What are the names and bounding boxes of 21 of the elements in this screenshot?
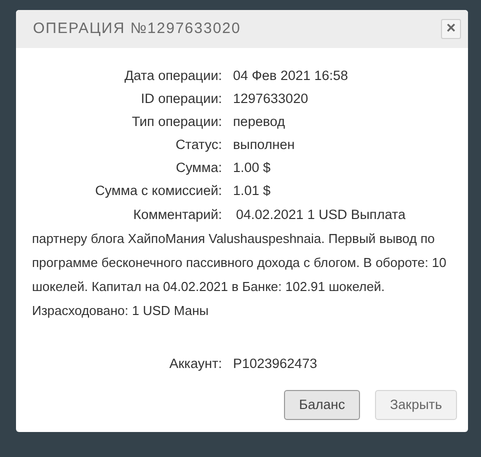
dialog-button[interactable]: Закрыть	[375, 390, 457, 420]
field-value: P1023962473	[233, 355, 318, 374]
field-value: 04 Фев 2021 16:58	[233, 67, 348, 86]
field-label: Комментарий:	[132, 206, 222, 224]
field-value: перевод	[233, 113, 285, 132]
field-label: Аккаунт:	[168, 355, 222, 374]
dialog-button[interactable]: Баланс	[284, 390, 360, 420]
field-label: ID операции:	[140, 90, 222, 108]
field-label: Сумма с комиссией:	[94, 182, 222, 200]
field-label: Дата операции:	[123, 67, 222, 86]
field-label: Статус:	[174, 136, 222, 154]
field-value: 1.00 $	[233, 159, 271, 178]
dialog-title: ОПЕРАЦИЯ №1297633020	[33, 18, 241, 39]
comment-text: партнеру блога ХайпоМания Valushauspeshnaia. Первый вывод по программе бесконечного пассивного дохода с блогом. В обороте: 10 шокелей. Капитал на 04.02.2021 в Банке: 102.91 шокелей. Израсходовано: 1 USD Маны	[32, 230, 448, 320]
field-value: 1297633020	[233, 90, 308, 108]
close-button[interactable]: ×	[441, 19, 461, 39]
field-label: Тип операции:	[130, 113, 222, 132]
field-value: 1.01 $	[233, 182, 271, 200]
field-value: выполнен	[233, 136, 295, 154]
field-label: Сумма:	[174, 159, 222, 178]
comment-text: 04.02.2021 1 USD Выплата	[236, 206, 406, 224]
